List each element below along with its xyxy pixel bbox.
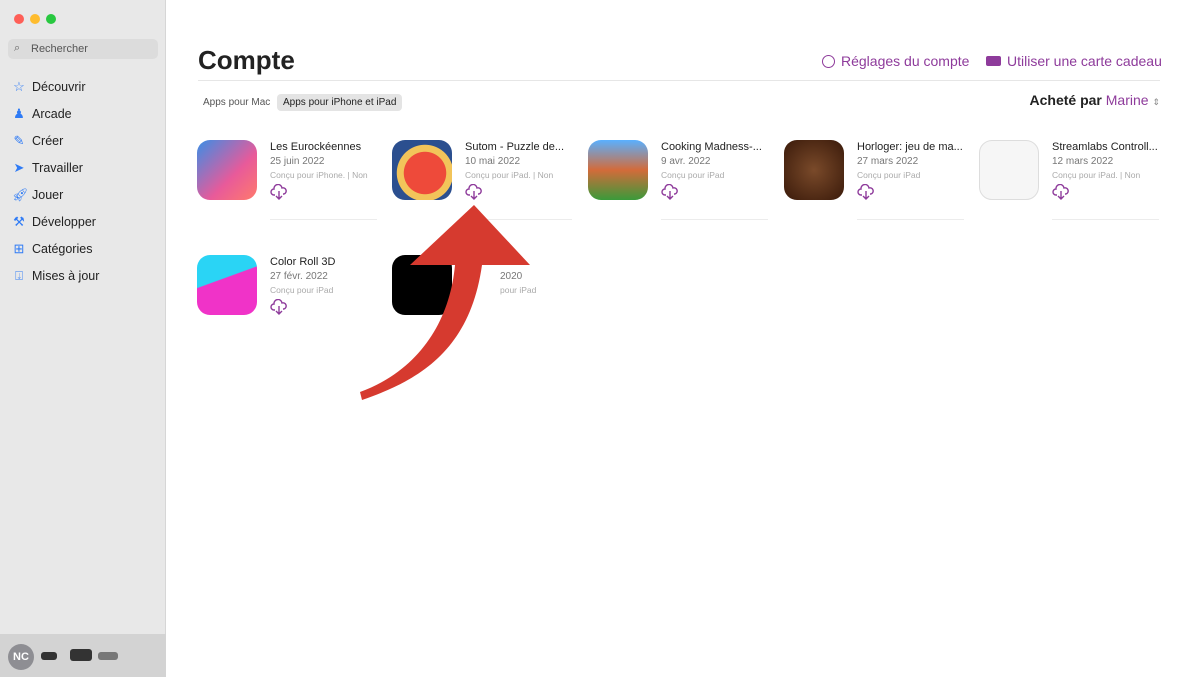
red-arrow-annotation: [360, 205, 530, 400]
arrow-shape: [360, 205, 530, 400]
